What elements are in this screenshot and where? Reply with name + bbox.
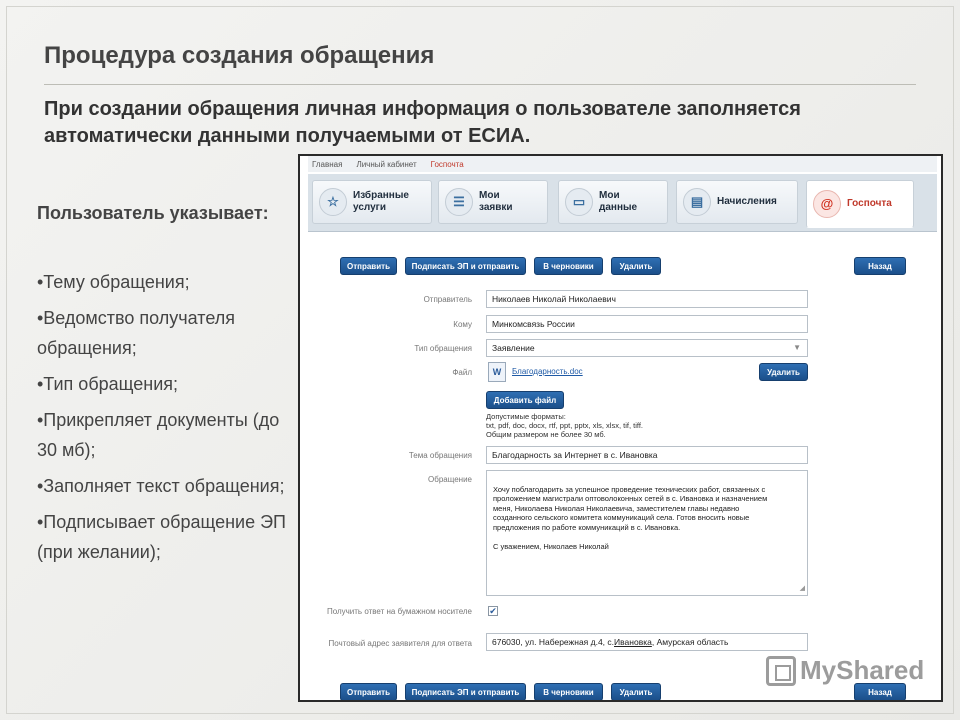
request-type-select[interactable]: Заявление ▼ <box>486 339 808 357</box>
sign-and-send-button[interactable]: Подписать ЭП и отправить <box>405 257 526 275</box>
paper-reply-label: Получить ответ на бумажном носителе <box>326 607 472 616</box>
bullet-item: •Тему обращения; <box>37 272 190 292</box>
sender-label: Отправитель <box>423 295 472 304</box>
tab-favorite-services[interactable]: ☆ Избранные услуги <box>312 180 432 224</box>
bullet-item: •Подписывает обращение ЭП (при желании); <box>37 512 286 562</box>
tab-gospochta[interactable]: @ Госпочта <box>806 180 914 228</box>
portal-screenshot: Главная Личный кабинет Госпочта ☆ Избран… <box>298 154 943 702</box>
tab-label: Мои данные <box>599 190 638 213</box>
allowed-formats-note: Допустимые форматы: txt, pdf, doc, docx,… <box>486 412 644 439</box>
file-label: Файл <box>452 368 472 377</box>
word-document-icon: W <box>488 362 506 382</box>
id-card-icon: ▭ <box>565 188 593 216</box>
breadcrumb: Главная Личный кабинет Госпочта <box>308 156 937 172</box>
tab-my-requests[interactable]: ☰ Мои заявки <box>438 180 548 224</box>
request-type-label: Тип обращения <box>414 344 472 353</box>
subject-label: Тема обращения <box>408 451 472 460</box>
request-type-value: Заявление <box>492 343 535 353</box>
myshared-watermark: MyShared <box>766 655 924 686</box>
star-hand-icon: ☆ <box>319 188 347 216</box>
instructions-heading: Пользователь указывает: <box>37 203 269 223</box>
cabinet-nav: ☆ Избранные услуги ☰ Мои заявки ▭ Мои да… <box>308 174 937 232</box>
tab-label: Мои заявки <box>479 190 513 213</box>
recipient-label: Кому <box>453 320 472 329</box>
breadcrumb-home[interactable]: Главная <box>312 160 342 169</box>
instructions-column: Пользователь указывает: •Тему обращения;… <box>37 200 292 573</box>
send-button[interactable]: Отправить <box>340 257 397 275</box>
portal-page: Главная Личный кабинет Госпочта ☆ Избран… <box>308 156 937 700</box>
tab-payments[interactable]: ▤ Начисления <box>676 180 798 224</box>
sender-field[interactable]: Николаев Николай Николаевич <box>486 290 808 308</box>
address-label: Почтовый адрес заявителя для ответа <box>328 639 473 648</box>
address-text: 676030, ул. Набережная д.4, с. <box>492 637 615 647</box>
tab-label: Госпочта <box>847 198 892 209</box>
add-file-button[interactable]: Добавить файл <box>486 391 564 409</box>
message-text: Хочу поблагодарить за успешное проведени… <box>493 484 768 551</box>
delete-button-bottom[interactable]: Удалить <box>611 683 661 700</box>
resize-handle-icon[interactable]: ◢ <box>800 584 805 594</box>
message-label: Обращение <box>428 475 472 484</box>
tab-label: Начисления <box>717 196 777 207</box>
recipient-field[interactable]: Минкомсвязь России <box>486 315 808 333</box>
message-textarea[interactable]: Хочу поблагодарить за успешное проведени… <box>486 470 808 596</box>
address-region: , Амурская область <box>651 637 729 647</box>
myshared-logo-icon <box>766 655 796 686</box>
at-mail-icon: @ <box>813 190 841 218</box>
slide-title: Процедура создания обращения <box>44 42 435 69</box>
sign-and-send-button-bottom[interactable]: Подписать ЭП и отправить <box>405 683 526 700</box>
watermark-brand: MyShared <box>800 655 925 685</box>
send-button-bottom[interactable]: Отправить <box>340 683 397 700</box>
breadcrumb-gospochta: Госпочта <box>430 159 464 169</box>
tab-label: Избранные услуги <box>353 190 409 213</box>
title-divider <box>44 84 916 85</box>
breadcrumb-cabinet[interactable]: Личный кабинет <box>356 160 416 169</box>
save-draft-button-bottom[interactable]: В черновики <box>534 683 603 700</box>
slide-subtitle: При создании обращения личная информация… <box>44 98 801 147</box>
bullet-item: •Прикрепляет документы (до 30 мб); <box>37 410 280 460</box>
payments-icon: ▤ <box>683 188 711 216</box>
delete-file-button[interactable]: Удалить <box>759 363 808 381</box>
subject-field[interactable]: Благодарность за Интернет в с. Ивановка <box>486 446 808 464</box>
back-button[interactable]: Назад <box>854 257 906 275</box>
bullet-item: •Заполняет текст обращения; <box>37 476 285 496</box>
address-field[interactable]: 676030, ул. Набережная д.4, с. Ивановка,… <box>486 633 808 651</box>
tab-my-data[interactable]: ▭ Мои данные <box>558 180 668 224</box>
delete-button[interactable]: Удалить <box>611 257 661 275</box>
address-locality: Ивановка <box>614 637 652 647</box>
bullet-item: •Тип обращения; <box>37 374 179 394</box>
bullet-item: •Ведомство получателя обращения; <box>37 308 235 358</box>
attached-file-link[interactable]: Благодарность.doc <box>512 367 583 376</box>
list-icon: ☰ <box>445 188 473 216</box>
chevron-down-icon: ▼ <box>793 343 801 352</box>
save-draft-button[interactable]: В черновики <box>534 257 603 275</box>
paper-reply-checkbox[interactable]: ✔ <box>488 606 498 616</box>
